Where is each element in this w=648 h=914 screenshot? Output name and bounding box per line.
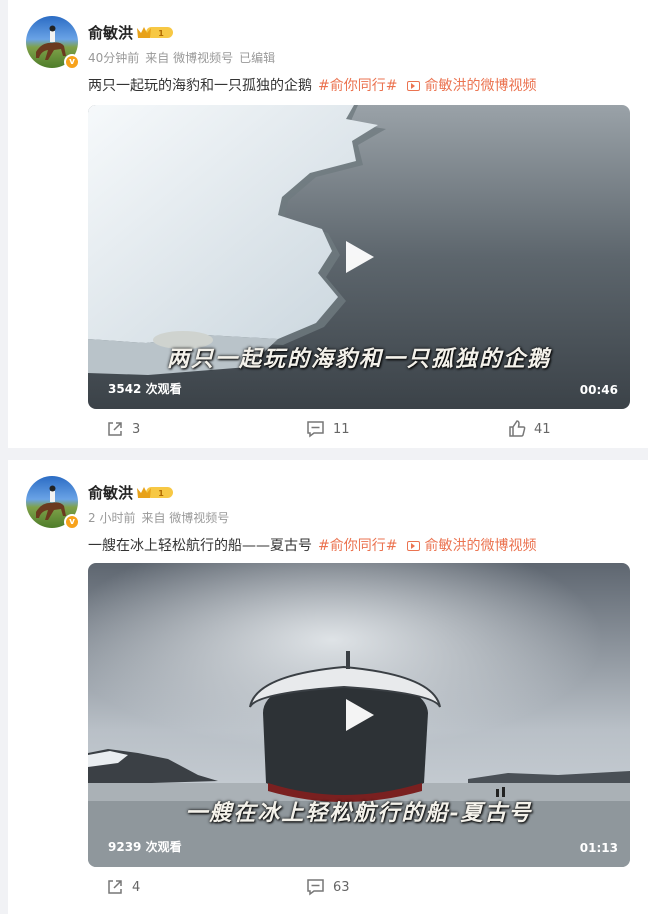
video-player[interactable]: 两只一起玩的海豹和一只孤独的企鹅 3542 次观看 00:46 <box>88 105 630 409</box>
author-name[interactable]: 俞敏洪 <box>88 22 133 43</box>
post-meta: 2 小时前 来自 微博视频号 <box>88 509 235 526</box>
repost-button[interactable]: 4 <box>106 878 140 896</box>
post-text: 一艘在冰上轻松航行的船——夏古号 #俞你同行# 俞敏洪的微博视频 <box>88 535 536 555</box>
repost-icon <box>108 880 122 894</box>
comment-count: 63 <box>333 879 350 895</box>
comment-button[interactable]: 11 <box>306 420 350 438</box>
author-name[interactable]: 俞敏洪 <box>88 482 133 503</box>
repost-icon <box>108 422 122 436</box>
edited-label: 已编辑 <box>239 51 276 65</box>
post-source: 来自 微博视频号 <box>145 51 234 65</box>
topic-tag[interactable]: #俞你同行# <box>318 78 397 94</box>
like-count: 41 <box>534 421 551 437</box>
verified-badge-icon: v <box>64 514 80 530</box>
vip-crown-icon[interactable]: 1 <box>136 485 174 500</box>
video-subtitle: 两只一起玩的海豹和一只孤独的企鹅 <box>166 346 551 372</box>
weibo-post-card: v 俞敏洪 1 2 小时前 来自 微博视频号 一艘在冰上轻松航行的船——夏古号 #俞… <box>8 460 648 914</box>
video-duration: 01:13 <box>579 841 618 855</box>
post-source: 来自 微博视频号 <box>141 511 230 525</box>
video-link-label: 俞敏洪的微博视频 <box>424 78 537 94</box>
post-body: 两只一起玩的海豹和一只孤独的企鹅 <box>88 78 312 94</box>
topic-tag[interactable]: #俞你同行# <box>318 538 397 554</box>
post-time[interactable]: 2 小时前 <box>88 511 135 525</box>
video-player[interactable]: 一艘在冰上轻松航行的船-夏古号 9239 次观看 01:13 <box>88 563 630 867</box>
video-icon <box>407 81 421 91</box>
repost-button[interactable]: 3 <box>106 420 140 438</box>
comment-icon <box>307 421 324 438</box>
repost-count: 4 <box>132 879 141 895</box>
post-meta: 40分钟前 来自 微博视频号 已编辑 <box>88 49 281 66</box>
vip-crown-icon[interactable]: 1 <box>136 25 174 40</box>
vip-level: 1 <box>158 29 164 38</box>
weibo-post-card: v 俞敏洪 1 40分钟前 来自 微博视频号 已编辑 两只一起玩的海豹和一只孤独的企… <box>8 0 648 448</box>
view-count: 9239 次观看 <box>108 840 182 854</box>
post-actions: 3 11 41 <box>8 420 648 444</box>
video-subtitle: 一艘在冰上轻松航行的船-夏古号 <box>185 800 533 826</box>
comment-icon <box>307 879 324 896</box>
play-icon[interactable] <box>338 237 378 277</box>
like-icon <box>509 420 526 437</box>
post-time[interactable]: 40分钟前 <box>88 51 139 65</box>
vip-level: 1 <box>158 489 164 498</box>
comment-button[interactable]: 63 <box>306 878 350 896</box>
video-duration: 00:46 <box>579 383 618 397</box>
post-actions: 4 63 <box>8 878 648 902</box>
post-body: 一艘在冰上轻松航行的船——夏古号 <box>88 538 312 554</box>
video-icon <box>407 541 421 551</box>
view-count: 3542 次观看 <box>108 382 182 396</box>
repost-count: 3 <box>132 421 141 437</box>
video-link[interactable]: 俞敏洪的微博视频 <box>407 538 536 554</box>
video-link[interactable]: 俞敏洪的微博视频 <box>407 78 536 94</box>
verified-badge-icon: v <box>64 54 80 70</box>
comment-count: 11 <box>333 421 350 437</box>
video-link-label: 俞敏洪的微博视频 <box>424 538 537 554</box>
post-text: 两只一起玩的海豹和一只孤独的企鹅 #俞你同行# 俞敏洪的微博视频 <box>88 75 536 95</box>
play-icon[interactable] <box>338 695 378 735</box>
like-button[interactable]: 41 <box>508 420 551 438</box>
